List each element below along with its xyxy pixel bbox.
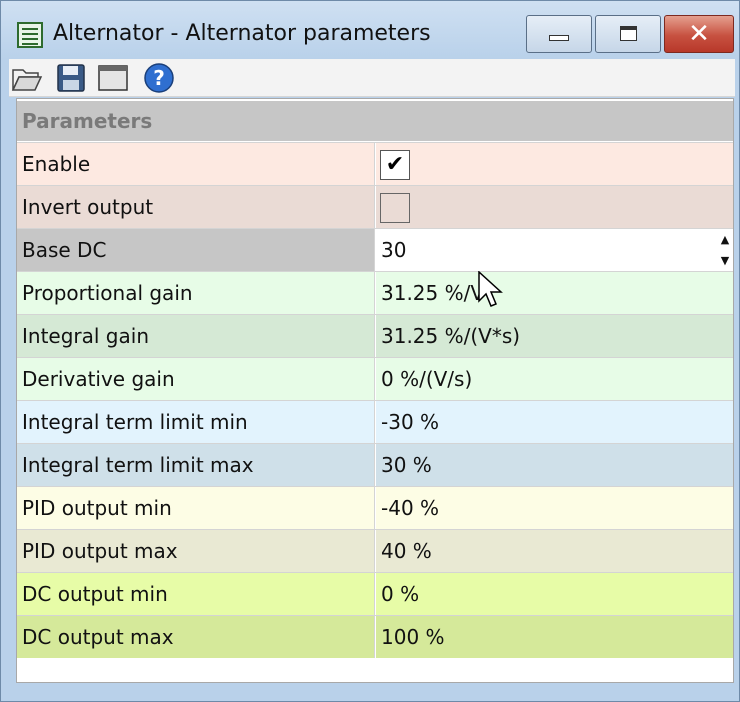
spin-buttons: ▲ ▼ (717, 229, 733, 271)
minimize-icon (549, 35, 569, 41)
spin-up-icon[interactable]: ▲ (717, 229, 733, 250)
property-row[interactable]: Integral gain 31.25 %/(V*s) (17, 314, 733, 357)
help-icon: ? (144, 63, 174, 93)
property-row[interactable]: DC output max 100 % (17, 615, 733, 658)
close-button[interactable]: ✕ (664, 15, 734, 53)
help-button[interactable]: ? (143, 62, 175, 94)
property-label: Invert output (17, 186, 375, 228)
property-row[interactable]: PID output max 40 % (17, 529, 733, 572)
property-value[interactable] (376, 186, 733, 228)
app-window: Alternator - Alternator parameters ✕ ? P… (0, 0, 740, 702)
svg-text:?: ? (153, 66, 165, 90)
window-button[interactable] (97, 62, 129, 94)
property-label: Enable (17, 143, 375, 185)
window-title: Alternator - Alternator parameters (53, 21, 431, 46)
property-label: Integral gain (17, 315, 375, 357)
maximize-button[interactable] (595, 15, 661, 53)
property-row[interactable]: Derivative gain 0 %/(V/s) (17, 357, 733, 400)
property-value[interactable]: 0 %/(V/s) (376, 358, 733, 400)
property-value[interactable]: -30 % (376, 401, 733, 443)
property-label: Base DC (17, 229, 375, 271)
open-folder-icon (11, 69, 43, 91)
minimize-button[interactable] (526, 15, 592, 53)
property-value[interactable]: -40 % (376, 487, 733, 529)
parameters-grid: Parameters Enable ✔ Invert output Base DC 30… (16, 98, 734, 683)
property-label: Integral term limit min (17, 401, 375, 443)
property-label: Integral term limit max (17, 444, 375, 486)
title-bar[interactable]: Alternator - Alternator parameters ✕ (1, 1, 739, 59)
property-row[interactable]: Integral term limit max 30 % (17, 443, 733, 486)
property-value[interactable]: 31.25 %/(V*s) (376, 315, 733, 357)
property-label: DC output min (17, 573, 375, 615)
checkmark-icon: ✔ (385, 152, 405, 177)
toolbar: ? (9, 59, 735, 97)
app-list-icon (17, 22, 43, 48)
property-value[interactable] (376, 143, 733, 185)
property-row[interactable]: Enable ✔ (17, 142, 733, 185)
property-value[interactable]: 40 % (376, 530, 733, 572)
checkbox[interactable] (380, 193, 410, 223)
property-label: Proportional gain (17, 272, 375, 314)
property-value[interactable]: 0 % (376, 573, 733, 615)
property-row[interactable]: Base DC 30 ▲ ▼ (17, 228, 733, 271)
save-button[interactable] (55, 62, 87, 94)
window-icon (98, 65, 128, 91)
property-label: DC output max (17, 616, 375, 658)
property-label: PID output max (17, 530, 375, 572)
property-value[interactable]: 30 % (376, 444, 733, 486)
section-header[interactable]: Parameters (17, 101, 733, 141)
property-label: Derivative gain (17, 358, 375, 400)
property-value[interactable]: 31.25 %/V (376, 272, 733, 314)
property-row[interactable]: Invert output (17, 185, 733, 228)
property-label: PID output min (17, 487, 375, 529)
property-row[interactable]: Proportional gain 31.25 %/V (17, 271, 733, 314)
property-value[interactable]: 100 % (376, 616, 733, 658)
spin-down-icon[interactable]: ▼ (717, 250, 733, 271)
mouse-cursor-icon (478, 271, 503, 307)
maximize-icon (620, 26, 637, 41)
checkbox[interactable]: ✔ (380, 150, 410, 180)
close-icon: ✕ (688, 19, 710, 49)
open-button[interactable] (11, 62, 43, 94)
property-row[interactable]: DC output min 0 % (17, 572, 733, 615)
property-value[interactable]: 30 (376, 229, 733, 271)
property-row[interactable]: Integral term limit min -30 % (17, 400, 733, 443)
property-row[interactable]: PID output min -40 % (17, 486, 733, 529)
save-icon (57, 64, 85, 92)
